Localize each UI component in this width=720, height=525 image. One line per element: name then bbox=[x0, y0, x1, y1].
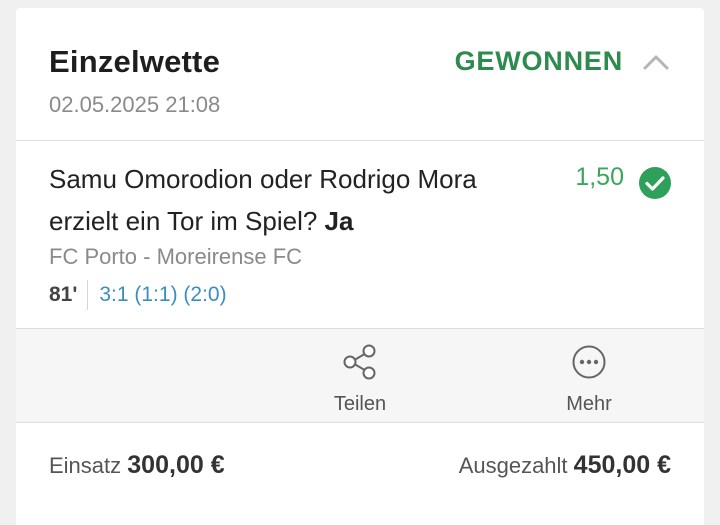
more-button[interactable]: Mehr bbox=[529, 339, 649, 416]
selection-text: Samu Omorodion oder Rodrigo Mora erzielt… bbox=[49, 158, 529, 242]
odds-value: 1,50 bbox=[575, 163, 624, 191]
more-icon bbox=[529, 339, 649, 385]
payout-label: Ausgezahlt bbox=[458, 453, 568, 478]
more-label: Mehr bbox=[566, 393, 612, 415]
chevron-up-icon[interactable] bbox=[642, 52, 670, 72]
bet-type-title: Einzelwette bbox=[49, 44, 221, 79]
bet-header[interactable]: Einzelwette 02.05.2025 21:08 GEWONNEN bbox=[16, 8, 704, 141]
payout-amount: 450,00 € bbox=[573, 451, 671, 479]
check-circle-icon bbox=[638, 166, 672, 205]
bet-card: Einzelwette 02.05.2025 21:08 GEWONNEN Sa… bbox=[16, 8, 704, 525]
bet-summary: Einsatz 300,00 € Ausgezahlt 450,00 € bbox=[16, 423, 704, 523]
match-score: 3:1 (1:1) (2:0) bbox=[99, 283, 227, 306]
share-icon bbox=[300, 339, 420, 385]
stake-label: Einsatz bbox=[49, 453, 122, 478]
match-name: FC Porto - Moreirense FC bbox=[49, 244, 303, 269]
share-button[interactable]: Teilen bbox=[300, 339, 420, 416]
payout: Ausgezahlt 450,00 € bbox=[459, 451, 671, 480]
stake-amount: 300,00 € bbox=[127, 451, 225, 479]
match-minute: 81' bbox=[49, 283, 78, 306]
action-bar: Teilen Mehr bbox=[16, 329, 704, 423]
status-badge: GEWONNEN bbox=[454, 46, 623, 76]
bet-datetime: 02.05.2025 21:08 bbox=[49, 92, 221, 117]
stake: Einsatz 300,00 € bbox=[49, 451, 225, 480]
selection-answer: Ja bbox=[324, 206, 354, 236]
share-label: Teilen bbox=[333, 393, 387, 415]
selection-question: Samu Omorodion oder Rodrigo Mora erzielt… bbox=[49, 164, 477, 236]
divider bbox=[87, 280, 89, 310]
live-score-row: 81' 3:1 (1:1) (2:0) bbox=[49, 280, 227, 310]
